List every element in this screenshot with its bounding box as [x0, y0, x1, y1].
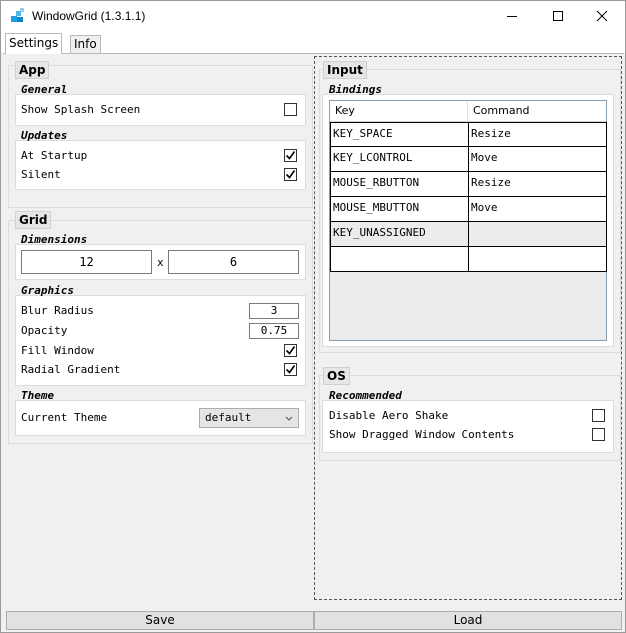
table-row[interactable]: MOUSE_MBUTTON Move: [330, 197, 607, 222]
save-button[interactable]: Save: [6, 611, 314, 630]
input-group-title: Input: [323, 61, 367, 79]
current-theme-label: Current Theme: [21, 411, 108, 424]
tab-settings[interactable]: Settings: [5, 33, 63, 54]
column-header-key[interactable]: Key: [330, 101, 467, 121]
checkmark-icon: [285, 151, 296, 160]
blur-radius-input[interactable]: 3: [249, 303, 299, 319]
fill-window-checkbox[interactable]: [284, 344, 297, 357]
silent-checkbox[interactable]: [284, 168, 297, 181]
radial-gradient-checkbox[interactable]: [284, 363, 297, 376]
chevron-down-icon: [285, 416, 293, 421]
bindings-table-header: Key Command: [330, 101, 606, 122]
theme-select[interactable]: default: [199, 408, 299, 428]
dimensions-separator: x: [157, 256, 164, 269]
opacity-input[interactable]: 0.75: [249, 323, 299, 339]
tab-info[interactable]: Info: [70, 35, 101, 53]
disable-aero-shake-label: Disable Aero Shake: [329, 409, 449, 422]
at-startup-label: At Startup: [21, 149, 88, 162]
close-button[interactable]: [579, 1, 625, 31]
grid-rows-input[interactable]: 6: [168, 250, 299, 274]
show-dragged-contents-checkbox[interactable]: [592, 428, 605, 441]
binding-command-cell[interactable]: Resize: [469, 123, 511, 147]
binding-key-cell[interactable]: MOUSE_RBUTTON: [331, 172, 419, 196]
theme-select-value: default: [205, 411, 252, 424]
binding-command-cell[interactable]: [469, 222, 471, 246]
updates-section-title: Updates: [21, 129, 68, 142]
radial-gradient-label: Radial Gradient: [21, 363, 121, 376]
app-icon: [11, 8, 24, 22]
title-bar[interactable]: WindowGrid (1.3.1.1): [1, 1, 625, 31]
app-group-title: App: [15, 61, 50, 79]
table-row[interactable]: KEY_SPACE Resize: [330, 122, 607, 147]
tab-strip: Settings Info: [1, 31, 625, 54]
dimensions-section-title: Dimensions: [21, 233, 88, 246]
minimize-button[interactable]: [489, 1, 535, 31]
updates-section: [15, 140, 306, 190]
binding-key-cell[interactable]: KEY_UNASSIGNED: [331, 222, 426, 246]
blur-radius-label: Blur Radius: [21, 304, 94, 317]
show-splash-label: Show Splash Screen: [21, 103, 141, 116]
opacity-label: Opacity: [21, 324, 68, 337]
app-window: WindowGrid (1.3.1.1) Settings Info App G…: [0, 0, 626, 633]
minimize-icon: [507, 16, 517, 17]
binding-key-cell[interactable]: [331, 247, 333, 271]
checkmark-icon: [285, 170, 296, 179]
general-section-title: General: [21, 83, 68, 96]
os-group-title: OS: [323, 367, 350, 385]
checkmark-icon: [285, 346, 296, 355]
silent-label: Silent: [21, 168, 61, 181]
grid-columns-input[interactable]: 12: [21, 250, 152, 274]
binding-command-cell[interactable]: [469, 247, 471, 271]
column-header-command[interactable]: Command: [468, 101, 606, 121]
grid-group-title: Grid: [15, 211, 52, 229]
binding-key-cell[interactable]: MOUSE_MBUTTON: [331, 197, 419, 221]
fill-window-label: Fill Window: [21, 344, 94, 357]
disable-aero-shake-checkbox[interactable]: [592, 409, 605, 422]
window-title: WindowGrid (1.3.1.1): [32, 9, 146, 23]
maximize-icon: [553, 11, 563, 21]
binding-key-cell[interactable]: KEY_LCONTROL: [331, 147, 412, 171]
close-icon: [596, 10, 608, 22]
bindings-table[interactable]: Key Command KEY_SPACE Resize KEY_LCONTRO…: [329, 100, 607, 341]
table-row[interactable]: MOUSE_RBUTTON Resize: [330, 172, 607, 197]
binding-key-cell[interactable]: KEY_SPACE: [331, 123, 393, 147]
binding-command-cell[interactable]: Move: [469, 197, 498, 221]
at-startup-checkbox[interactable]: [284, 149, 297, 162]
table-row[interactable]: KEY_UNASSIGNED: [330, 222, 607, 247]
show-splash-checkbox[interactable]: [284, 103, 297, 116]
binding-command-cell[interactable]: Resize: [469, 172, 511, 196]
table-row[interactable]: KEY_LCONTROL Move: [330, 147, 607, 172]
show-dragged-contents-label: Show Dragged Window Contents: [329, 428, 515, 441]
theme-section-title: Theme: [21, 389, 55, 402]
graphics-section-title: Graphics: [21, 284, 74, 297]
table-row-new[interactable]: [330, 247, 607, 272]
recommended-section: [322, 400, 614, 453]
checkmark-icon: [285, 365, 296, 374]
recommended-section-title: Recommended: [329, 389, 402, 402]
binding-command-cell[interactable]: Move: [469, 147, 498, 171]
bindings-section-title: Bindings: [329, 83, 382, 96]
maximize-button[interactable]: [535, 1, 581, 31]
load-button[interactable]: Load: [314, 611, 622, 630]
